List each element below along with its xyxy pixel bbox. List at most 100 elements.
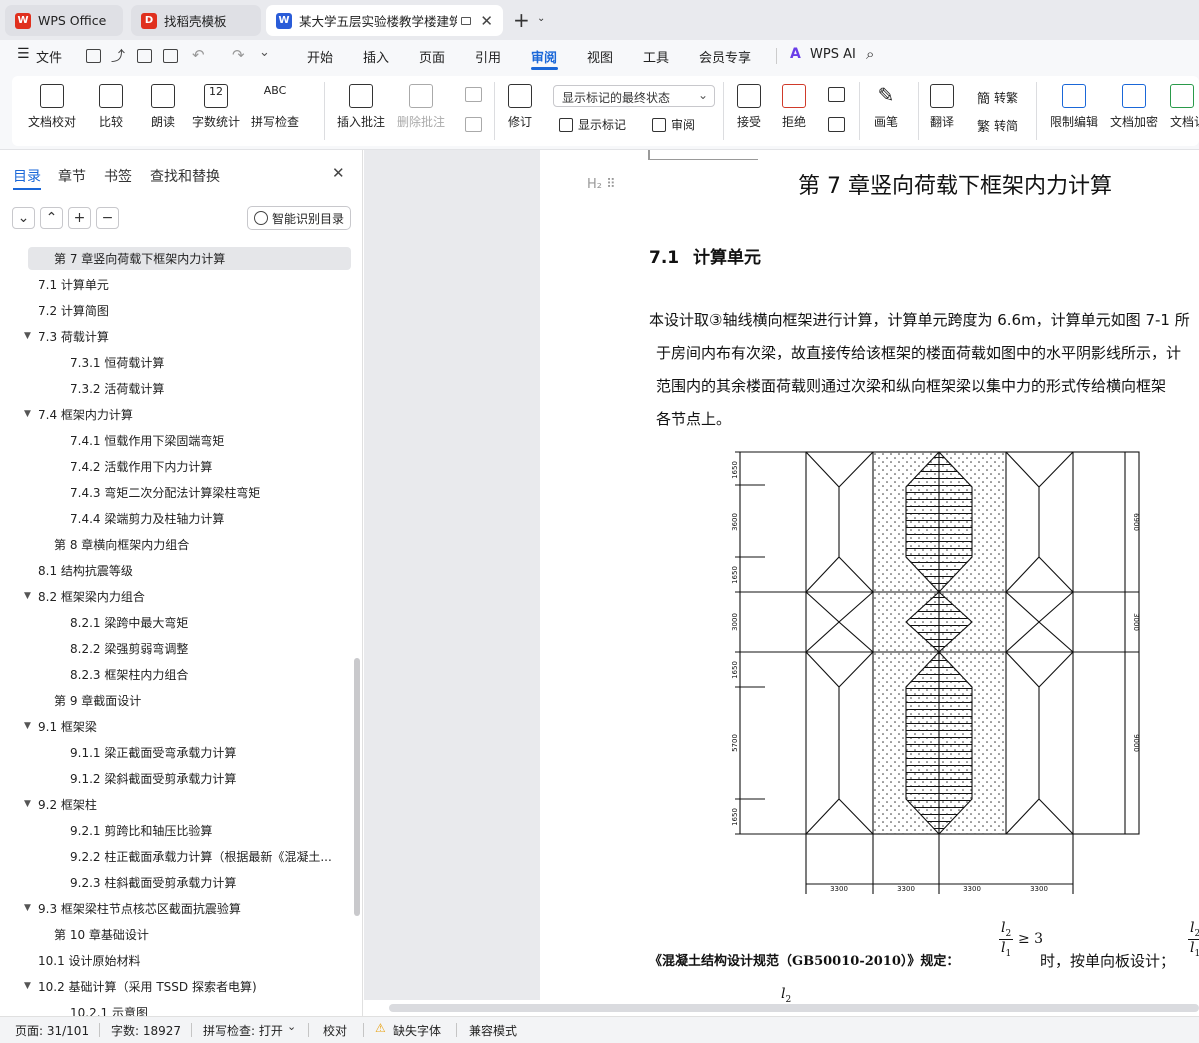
show-markup-button[interactable]: 显示标记 (559, 116, 626, 133)
missing-font-status[interactable]: 缺失字体 (393, 1022, 441, 1039)
word-count-status[interactable]: 字数: 18927 (111, 1022, 181, 1039)
toc-item[interactable]: 9.2.2 柱正截面承载力计算（根据最新《混凝土... (70, 845, 332, 867)
toc-item[interactable]: 7.4.3 弯矩二次分配法计算梁柱弯矩 (70, 481, 260, 503)
toc-item[interactable]: 8.2.1 梁跨中最大弯矩 (70, 611, 188, 633)
toc-item[interactable]: 9.1.2 梁斜截面受剪承载力计算 (70, 767, 236, 789)
horizontal-scrollbar[interactable] (389, 1004, 1199, 1012)
toc-item[interactable]: 10.1 设计原始材料 (38, 949, 141, 971)
toc-item[interactable]: 7.4 框架内力计算 (38, 403, 133, 425)
toc-item[interactable]: 8.2 框架梁内力组合 (38, 585, 145, 607)
menu-insert[interactable]: 插入 (363, 47, 389, 66)
menu-member[interactable]: 会员专享 (699, 47, 751, 66)
new-tab-icon[interactable]: + (513, 8, 530, 32)
next-comment-icon[interactable] (465, 117, 482, 132)
save-icon[interactable] (86, 49, 101, 63)
spell-check-button[interactable]: ABC 拼写检查 (251, 84, 299, 130)
tab-wps-office[interactable]: W WPS Office (5, 5, 123, 36)
window-preview-icon[interactable] (460, 16, 472, 25)
toc-item[interactable]: 9.2.1 剪跨比和轴压比验算 (70, 819, 212, 841)
toc-item[interactable]: 9.1.1 梁正截面受弯承载力计算 (70, 741, 236, 763)
toc-item[interactable]: 第 9 章截面设计 (54, 689, 141, 711)
tab-current-document[interactable]: W 某大学五层实验楼教学楼建筑 ✕ (266, 5, 503, 36)
file-menu[interactable]: 文件 (36, 47, 62, 66)
delete-comment-button[interactable]: 删除批注 (397, 84, 445, 130)
compare-button[interactable]: 比较 (99, 84, 123, 130)
markup-state-select[interactable]: 显示标记的最终状态 ⌄ (553, 85, 715, 107)
toc-item[interactable]: 7.3 荷载计算 (38, 325, 109, 347)
accept-button[interactable]: 接受 (737, 84, 761, 130)
collapse-up-button[interactable]: ⌃ (40, 207, 63, 229)
toc-item[interactable]: 9.2.3 柱斜截面受剪承载力计算 (70, 871, 236, 893)
remove-heading-button[interactable]: − (96, 207, 119, 229)
toc-item[interactable]: 7.3.1 恒荷载计算 (70, 351, 164, 373)
menu-start[interactable]: 开始 (307, 47, 333, 66)
smart-toc-button[interactable]: 智能识别目录 (247, 206, 351, 230)
menu-page[interactable]: 页面 (419, 47, 445, 66)
page-indicator[interactable]: 页面: 31/101 (15, 1022, 89, 1039)
toc-item[interactable]: 7.4.2 活载作用下内力计算 (70, 455, 212, 477)
proofread-status[interactable]: 校对 (323, 1022, 347, 1039)
close-pane-icon[interactable]: ✕ (332, 164, 345, 182)
toc-item[interactable]: 8.1 结构抗震等级 (38, 559, 133, 581)
insert-comment-button[interactable]: 插入批注 (337, 84, 385, 130)
tab-docer-templates[interactable]: D 找稻壳模板 (131, 5, 261, 36)
spell-check-status[interactable]: 拼写检查: 打开 (203, 1022, 283, 1039)
toc-item[interactable]: 9.1 框架梁 (38, 715, 97, 737)
toc-item[interactable]: 第 7 章竖向荷载下框架内力计算 (54, 247, 225, 269)
expand-triangle-icon[interactable]: ▼ (24, 981, 31, 991)
hamburger-icon[interactable]: ☰ (17, 46, 30, 62)
toc-item[interactable]: 7.4.1 恒载作用下梁固端弯矩 (70, 429, 224, 451)
review-pane-button[interactable]: 审阅 (652, 116, 695, 133)
add-heading-button[interactable]: + (68, 207, 91, 229)
to-traditional-button[interactable]: 簡 转繁 (977, 88, 1018, 107)
menu-view[interactable]: 视图 (587, 47, 613, 66)
print-preview-icon[interactable] (163, 49, 178, 63)
chevron-down-icon[interactable]: ⌄ (287, 1020, 296, 1033)
translate-button[interactable]: 翻译 (930, 84, 954, 130)
reject-button[interactable]: 拒绝 (782, 84, 806, 130)
tab-bookmarks[interactable]: 书签 (104, 166, 132, 186)
toc-item[interactable]: 7.3.2 活荷载计算 (70, 377, 164, 399)
toc-item[interactable]: 7.1 计算单元 (38, 273, 109, 295)
toc-item[interactable]: 8.2.2 梁强剪弱弯调整 (70, 637, 188, 659)
toc-item[interactable]: 10.2 基础计算（采用 TSSD 探索者电算) (38, 975, 257, 997)
toc-item[interactable]: 7.2 计算简图 (38, 299, 109, 321)
share-icon[interactable]: ⤴ (111, 46, 125, 66)
expand-triangle-icon[interactable]: ▼ (24, 903, 31, 913)
toc-item[interactable]: 第 10 章基础设计 (54, 923, 149, 945)
undo-icon[interactable]: ↶ (192, 46, 205, 64)
track-changes-button[interactable]: 修订 (508, 84, 532, 130)
search-icon[interactable]: ⌕ (866, 45, 874, 63)
chevron-down-icon[interactable]: ⌄ (537, 13, 545, 24)
restrict-editing-button[interactable]: 限制编辑 (1050, 84, 1098, 130)
menu-tools[interactable]: 工具 (643, 47, 669, 66)
sidebar-scrollbar[interactable] (354, 658, 360, 916)
expand-triangle-icon[interactable]: ▼ (24, 799, 31, 809)
next-change-icon[interactable] (828, 117, 845, 132)
tab-chapters[interactable]: 章节 (58, 166, 86, 186)
menu-review[interactable]: 审阅 (531, 47, 557, 66)
doc-check-button[interactable]: 文档校对 (28, 84, 76, 130)
toc-item[interactable]: 9.2 框架柱 (38, 793, 97, 815)
toc-item[interactable]: 9.3 框架梁柱节点核芯区截面抗震验算 (38, 897, 241, 919)
word-count-button[interactable]: 12 字数统计 (192, 84, 240, 130)
quick-access-more-icon[interactable]: ⌄ (259, 45, 270, 60)
expand-down-button[interactable]: ⌄ (12, 207, 35, 229)
prev-change-icon[interactable] (828, 87, 845, 102)
expand-triangle-icon[interactable]: ▼ (24, 721, 31, 731)
expand-triangle-icon[interactable]: ▼ (24, 409, 31, 419)
prev-comment-icon[interactable] (465, 87, 482, 102)
toc-item[interactable]: 第 8 章横向框架内力组合 (54, 533, 189, 555)
doc-auth-button[interactable]: 文档认 (1170, 84, 1199, 130)
wps-ai-button[interactable]: WPS AI (810, 47, 856, 62)
tab-find-replace[interactable]: 查找和替换 (150, 166, 220, 186)
to-simplified-button[interactable]: 繁 转简 (977, 116, 1018, 135)
expand-triangle-icon[interactable]: ▼ (24, 591, 31, 601)
menu-references[interactable]: 引用 (475, 47, 501, 66)
encrypt-doc-button[interactable]: 文档加密 (1110, 84, 1158, 130)
expand-triangle-icon[interactable]: ▼ (24, 331, 31, 341)
toc-item[interactable]: 7.4.4 梁端剪力及柱轴力计算 (70, 507, 224, 529)
redo-icon[interactable]: ↷ (232, 46, 245, 64)
read-aloud-button[interactable]: 朗读 (151, 84, 175, 130)
ink-button[interactable]: ✎ 画笔 (874, 84, 898, 130)
